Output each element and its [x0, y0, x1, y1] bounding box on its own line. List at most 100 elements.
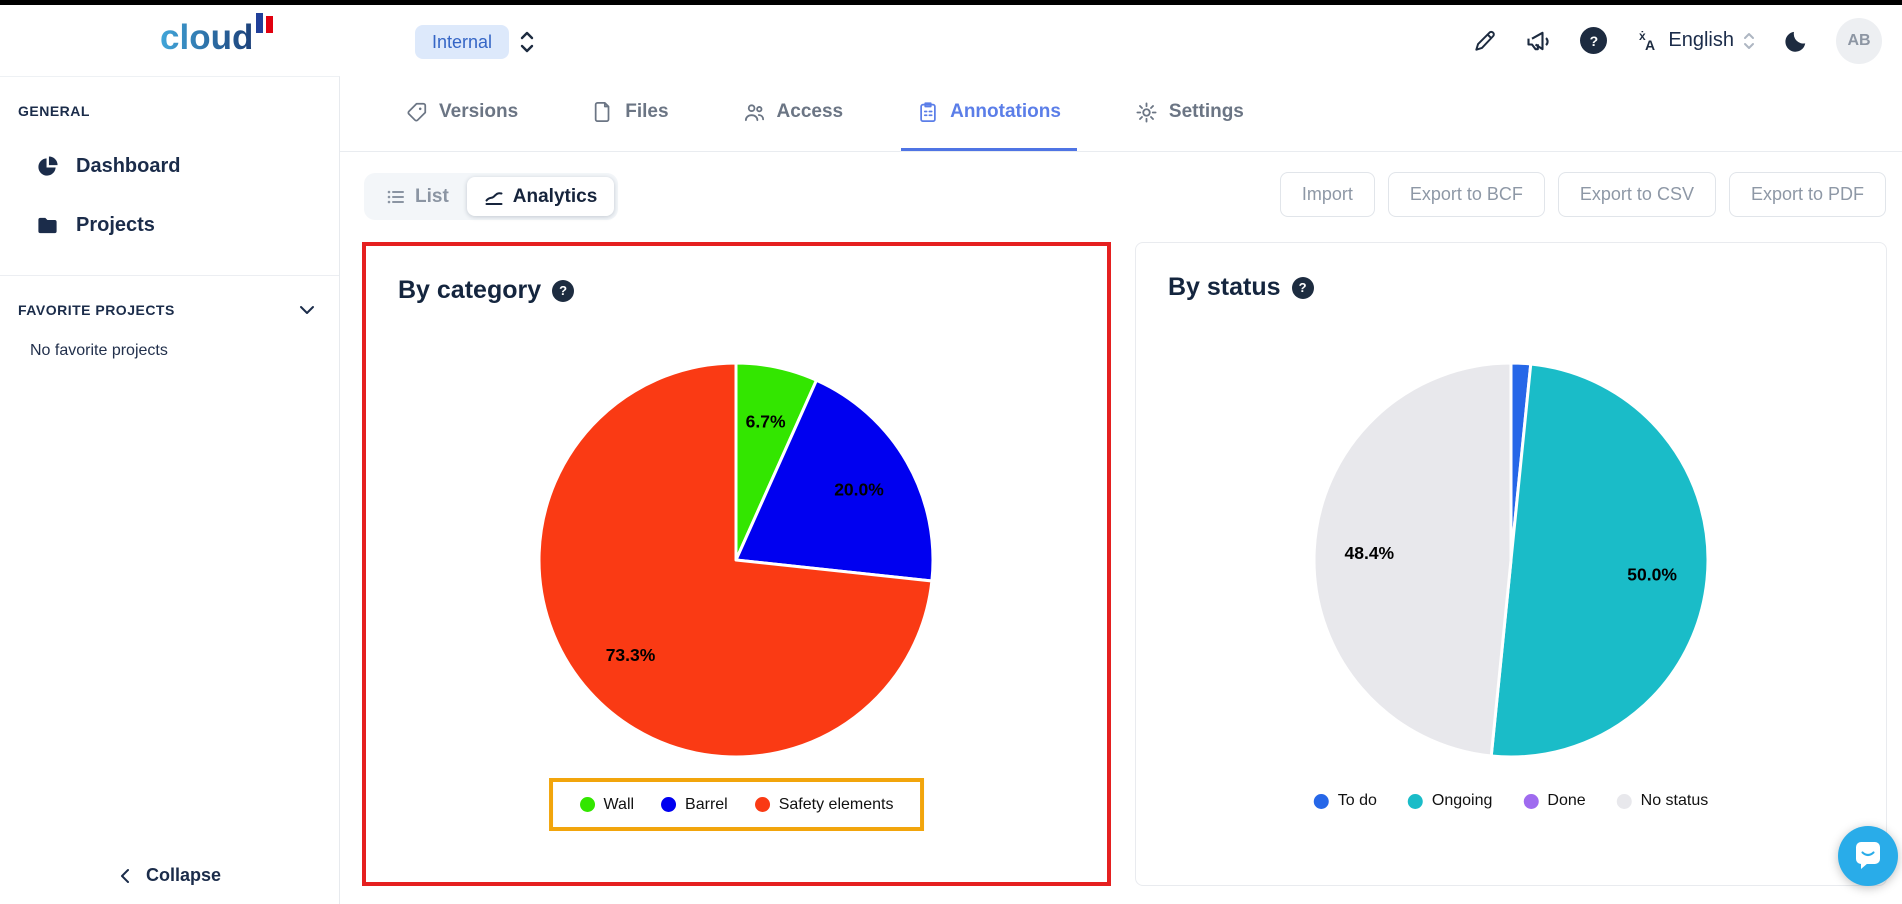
tab-access[interactable]: Access	[727, 76, 860, 151]
legend-label: To do	[1338, 792, 1377, 810]
legend-dot	[1314, 794, 1329, 809]
toggle-analytics-button[interactable]: Analytics	[467, 177, 614, 216]
legend-dot	[1408, 794, 1423, 809]
import-button[interactable]: Import	[1280, 172, 1375, 217]
chevron-down-icon	[297, 300, 317, 320]
by-status-card: By status ? 50.0% 48.4% To do Ongoing Done N…	[1135, 242, 1887, 886]
help-icon[interactable]: ?	[1580, 27, 1607, 54]
tab-versions[interactable]: Versions	[390, 76, 534, 151]
gear-icon	[1135, 101, 1158, 124]
sidebar-section-general: GENERAL	[18, 103, 321, 119]
pie-slice[interactable]	[1491, 364, 1708, 757]
help-icon[interactable]: ?	[1292, 277, 1314, 299]
legend-item[interactable]: Done	[1523, 792, 1585, 810]
by-status-legend: To do Ongoing Done No status	[1314, 785, 1708, 817]
tab-annotations[interactable]: Annotations	[901, 76, 1077, 151]
tab-label: Settings	[1169, 101, 1244, 123]
megaphone-icon[interactable]	[1525, 27, 1553, 55]
pie-percentage-label: 50.0%	[1627, 564, 1677, 584]
legend-item[interactable]: No status	[1617, 792, 1709, 810]
sidebar-divider	[0, 275, 339, 276]
pie-percentage-label: 20.0%	[834, 479, 884, 499]
annotations-controls: List Analytics Import Export to BCF Expo…	[340, 172, 1902, 222]
tag-icon	[406, 101, 428, 123]
toggle-analytics-label: Analytics	[513, 186, 597, 208]
chat-launcher-button[interactable]	[1838, 826, 1898, 886]
toggle-list-button[interactable]: List	[368, 177, 467, 216]
language-selector[interactable]: ẋ A English	[1634, 28, 1756, 54]
sidebar-item-label: Dashboard	[76, 155, 180, 178]
tab-label: Access	[777, 101, 844, 123]
clipboard-icon	[917, 101, 939, 123]
by-category-title: By category	[398, 276, 541, 305]
legend-dot	[755, 797, 770, 812]
language-label: English	[1668, 29, 1734, 52]
legend-dot	[1523, 794, 1538, 809]
tab-settings[interactable]: Settings	[1119, 76, 1260, 151]
svg-text:A: A	[1645, 37, 1655, 53]
top-bar: cloud Internal ? ẋ A Eng	[0, 5, 1902, 76]
legend-item[interactable]: To do	[1314, 792, 1377, 810]
tab-label: Annotations	[950, 101, 1061, 123]
sidebar: GENERAL Dashboard Projects FAVORITE PROJ…	[0, 76, 340, 904]
tab-files[interactable]: Files	[576, 76, 684, 151]
view-toggle: List Analytics	[364, 173, 618, 220]
folder-icon	[36, 214, 59, 237]
pie-percentage-label: 48.4%	[1344, 543, 1394, 563]
legend-label: No status	[1641, 792, 1709, 810]
pie-percentage-label: 73.3%	[606, 645, 656, 665]
workspace-switcher-chevron-icon[interactable]	[518, 29, 536, 55]
favorites-empty-text: No favorite projects	[30, 342, 339, 360]
legend-label: Safety elements	[779, 796, 894, 814]
legend-item[interactable]: Safety elements	[755, 796, 894, 814]
moon-icon[interactable]	[1783, 28, 1809, 54]
by-category-card: By category ? 6.7% 20.0% 73.3% Wall Barrel S…	[362, 242, 1111, 886]
legend-dot	[661, 797, 676, 812]
legend-dot	[1617, 794, 1632, 809]
french-flag-icon	[256, 13, 273, 33]
legend-item[interactable]: Barrel	[661, 796, 728, 814]
by-status-pie-chart[interactable]: 50.0% 48.4%	[1301, 350, 1721, 770]
tab-label: Versions	[439, 101, 518, 123]
legend-item[interactable]: Ongoing	[1408, 792, 1493, 810]
legend-dot	[580, 797, 595, 812]
legend-label: Ongoing	[1432, 792, 1493, 810]
favorites-label: FAVORITE PROJECTS	[18, 302, 175, 318]
collapse-label: Collapse	[146, 865, 221, 886]
export-bcf-button[interactable]: Export to BCF	[1388, 172, 1545, 217]
by-status-title: By status	[1168, 273, 1281, 302]
help-icon[interactable]: ?	[552, 280, 574, 302]
export-csv-button[interactable]: Export to CSV	[1558, 172, 1716, 217]
pencil-icon[interactable]	[1472, 28, 1498, 54]
toggle-list-label: List	[415, 186, 449, 208]
workspace-badge[interactable]: Internal	[415, 25, 509, 59]
pie-percentage-label: 6.7%	[746, 411, 786, 431]
avatar[interactable]: AB	[1836, 18, 1882, 64]
file-icon	[592, 101, 614, 123]
legend-label: Wall	[604, 796, 635, 814]
list-icon	[386, 187, 406, 207]
header-actions: ? ẋ A English AB	[1472, 5, 1882, 76]
tab-label: Files	[625, 101, 668, 123]
app-logo[interactable]: cloud	[160, 20, 273, 55]
analytics-icon	[484, 187, 504, 207]
legend-label: Barrel	[685, 796, 728, 814]
export-actions: Import Export to BCF Export to CSV Expor…	[1280, 172, 1886, 217]
collapse-sidebar-button[interactable]: Collapse	[0, 865, 339, 886]
chevron-left-icon	[118, 868, 134, 884]
by-category-legend: Wall Barrel Safety elements	[549, 778, 925, 831]
legend-label: Done	[1547, 792, 1585, 810]
logo-text: cloud	[160, 20, 253, 55]
by-category-pie-chart[interactable]: 6.7% 20.0% 73.3%	[526, 350, 946, 770]
project-tabbar: Versions Files Access Annotations Settin…	[340, 76, 1902, 152]
translate-icon: ẋ A	[1634, 28, 1660, 54]
sidebar-item-dashboard[interactable]: Dashboard	[36, 155, 339, 178]
pie-chart-icon	[36, 155, 59, 178]
legend-item[interactable]: Wall	[580, 796, 635, 814]
sidebar-item-projects[interactable]: Projects	[36, 214, 339, 237]
people-icon	[743, 101, 766, 124]
chat-bubble-icon	[1852, 839, 1884, 873]
chevron-updown-icon	[1742, 30, 1756, 52]
export-pdf-button[interactable]: Export to PDF	[1729, 172, 1886, 217]
sidebar-section-favorites[interactable]: FAVORITE PROJECTS	[18, 300, 317, 320]
